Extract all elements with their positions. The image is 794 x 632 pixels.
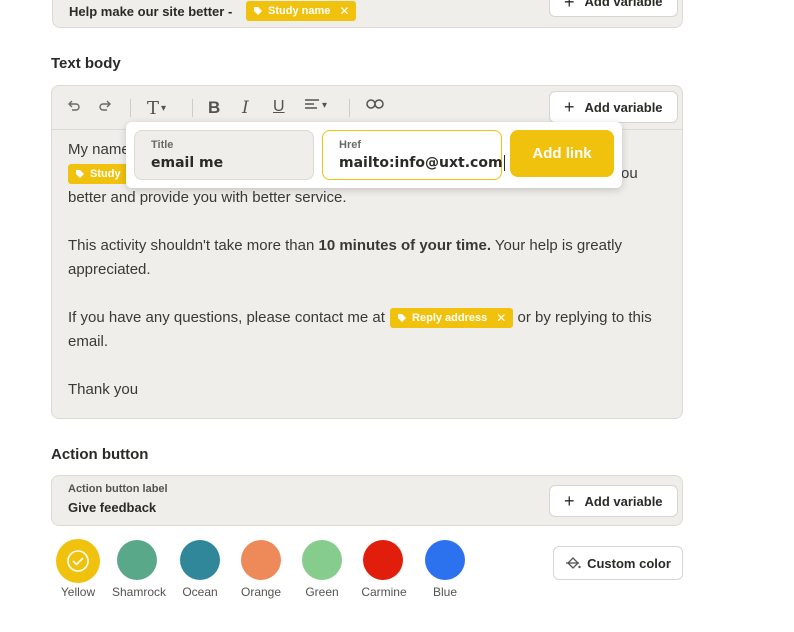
editor-paragraph-3-cont: email. — [68, 333, 109, 350]
editor-text: If you have any questions, please contac… — [68, 309, 385, 326]
swatch-shamrock[interactable] — [117, 540, 157, 580]
remove-tag-icon[interactable]: ✕ — [496, 306, 506, 330]
swatch-label-shamrock: Shamrock — [111, 585, 167, 599]
plus-icon: + — [564, 491, 575, 511]
swatch-orange[interactable] — [241, 540, 281, 580]
toolbar-divider — [130, 99, 131, 117]
plus-icon: + — [564, 0, 575, 12]
link-popup: Title email me Href mailto:info@uxt.com … — [126, 122, 622, 188]
add-variable-label: Add variable — [584, 99, 663, 115]
reply-address-tag[interactable]: Reply address ✕ — [390, 306, 514, 330]
link-href-field[interactable]: Href mailto:info@uxt.com — [322, 130, 505, 180]
study-tag-label: Study — [90, 168, 121, 180]
link-href-label: Href — [339, 139, 362, 151]
swatch-blue[interactable] — [425, 540, 465, 580]
tag-icon — [76, 170, 84, 178]
swatch-label-blue: Blue — [432, 585, 458, 599]
toolbar-divider — [349, 99, 350, 117]
swatch-ocean[interactable] — [180, 540, 220, 580]
plus-icon: + — [564, 97, 575, 117]
italic-icon[interactable]: I — [242, 98, 249, 118]
action-button-title: Action button — [51, 446, 149, 463]
editor-text: This activity shouldn't take more than — [68, 237, 319, 254]
add-variable-label: Add variable — [584, 0, 663, 9]
add-link-button[interactable]: Add link — [510, 130, 614, 177]
subject-add-variable-button[interactable]: + Add variable — [549, 0, 678, 17]
link-title-label: Title — [151, 139, 174, 151]
swatch-green[interactable] — [302, 540, 342, 580]
study-name-tag[interactable]: Study name ✕ — [246, 1, 357, 21]
custom-color-label: Custom color — [587, 555, 671, 571]
custom-color-button[interactable]: Custom color — [553, 546, 683, 580]
text-body-title: Text body — [51, 55, 121, 72]
editor-paragraph-4: Thank you — [68, 381, 139, 398]
text-body-add-variable-button[interactable]: + Add variable — [549, 91, 678, 123]
redo-icon[interactable] — [97, 98, 113, 114]
subject-text: Help make our site better - — [69, 4, 233, 19]
swatch-label-carmine: Carmine — [361, 585, 407, 599]
editor-text: Your help is greatly — [491, 237, 622, 254]
editor-bold-text: 10 minutes of your time. — [318, 237, 492, 254]
action-button-value: Give feedback — [68, 500, 157, 515]
editor-line-2: better and provide you with better servi… — [68, 189, 347, 206]
text-size-icon[interactable]: T ▾ — [147, 98, 166, 119]
swatch-label-orange: Orange — [240, 585, 282, 599]
editor-paragraph-3: If you have any questions, please contac… — [68, 306, 652, 330]
study-tag-partial[interactable]: Study — [68, 164, 130, 184]
swatch-yellow[interactable] — [56, 539, 100, 583]
editor-line-1: My name — [68, 138, 130, 162]
action-add-variable-button[interactable]: + Add variable — [549, 485, 678, 517]
bold-icon[interactable]: B — [208, 98, 220, 118]
text-cursor — [503, 155, 505, 171]
editor-text: My name — [68, 141, 130, 158]
editor-text: or by replying to this — [513, 309, 652, 326]
underline-icon[interactable]: U — [273, 98, 285, 116]
reply-address-tag-label: Reply address — [412, 312, 488, 325]
swatch-label-yellow: Yellow — [60, 585, 96, 599]
link-href-text: mailto:info@uxt.com — [339, 155, 503, 171]
remove-tag-icon[interactable]: ✕ — [339, 4, 349, 18]
swatch-carmine[interactable] — [363, 540, 403, 580]
toolbar-divider — [192, 99, 193, 117]
swatch-label-ocean: Ocean — [182, 585, 218, 599]
editor-text-fragment: ou — [621, 165, 638, 182]
add-variable-label: Add variable — [584, 493, 663, 509]
tag-icon — [398, 314, 407, 323]
study-name-tag-label: Study name — [268, 5, 331, 17]
undo-icon[interactable] — [66, 98, 82, 114]
link-href-value: mailto:info@uxt.com — [339, 155, 505, 171]
link-icon[interactable] — [366, 98, 384, 110]
paint-bucket-icon — [566, 557, 581, 569]
link-title-value: email me — [151, 155, 224, 171]
tag-icon — [254, 7, 262, 15]
swatch-label-green: Green — [305, 585, 339, 599]
align-icon[interactable]: ▾ — [304, 98, 327, 112]
link-title-field[interactable]: Title email me — [134, 130, 314, 180]
check-icon — [67, 550, 89, 572]
editor-paragraph-2: This activity shouldn't take more than 1… — [68, 234, 628, 258]
action-button-label: Action button label — [68, 483, 168, 495]
editor-paragraph-2-cont: appreciated. — [68, 261, 151, 278]
